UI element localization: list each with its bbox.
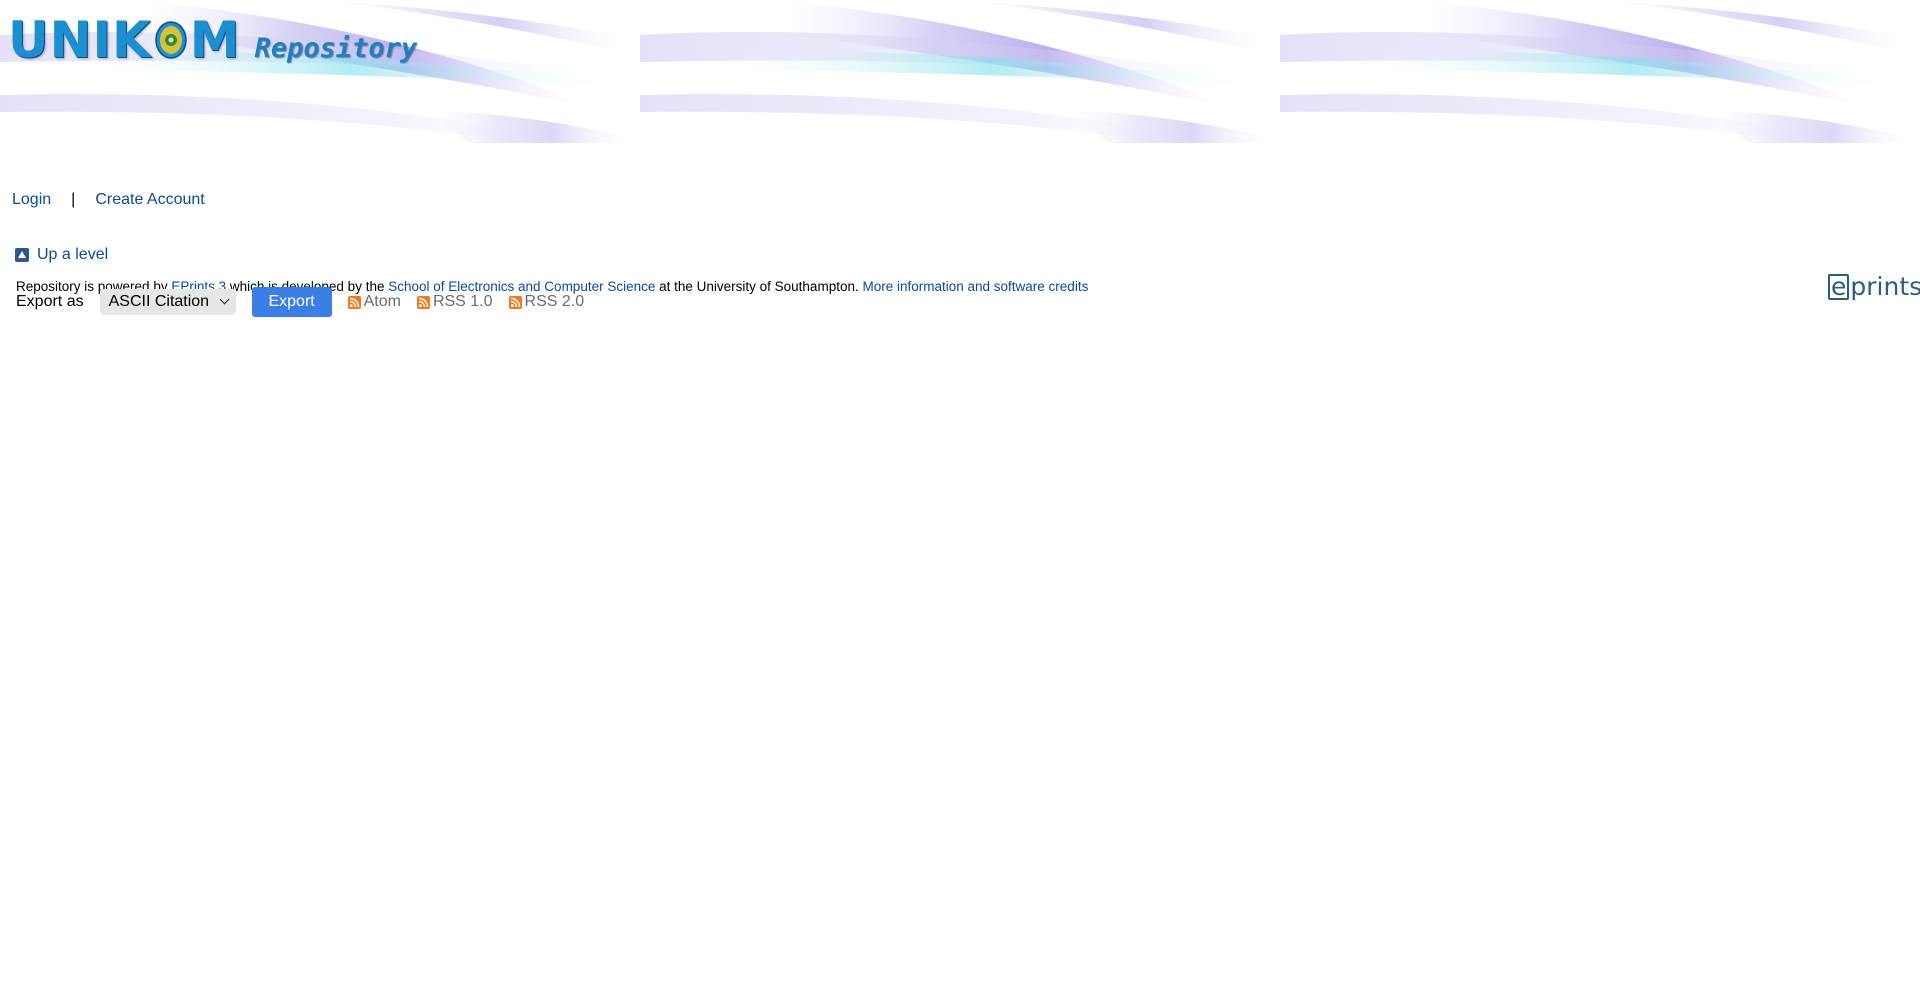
atom-feed-link[interactable]: Atom: [347, 293, 401, 311]
rss-icon: [416, 295, 430, 309]
up-a-level[interactable]: Up a level: [15, 246, 108, 264]
rss1-feed-link[interactable]: RSS 1.0: [416, 293, 493, 311]
login-link[interactable]: Login: [12, 191, 51, 209]
banner-wave-tile: [640, 0, 1280, 143]
chevron-down-icon: [219, 294, 230, 305]
export-format-select[interactable]: ASCII Citation: [99, 289, 236, 315]
site-logo[interactable]: UNIK M Repository: [8, 6, 417, 66]
banner-wave-tile: [1280, 0, 1920, 143]
eprints-logo-e: e: [1828, 273, 1850, 300]
site-logo-subtitle: Repository: [254, 33, 418, 64]
university-emblem-icon: [155, 21, 187, 59]
eprints-logo[interactable]: e prints: [1828, 272, 1920, 301]
export-bar: Export as ASCII Citation Export Atom RSS…: [16, 287, 585, 317]
login-bar: Login | Create Account: [12, 191, 205, 209]
site-logo-wordmark: UNIK M: [8, 14, 241, 66]
rss-icon: [347, 295, 361, 309]
logo-text-right: M: [189, 11, 241, 69]
rss-icon: [508, 295, 522, 309]
export-button[interactable]: Export: [251, 287, 332, 317]
header-banner: UNIK M Repository: [0, 0, 1920, 143]
rss2-feed-link[interactable]: RSS 2.0: [508, 293, 585, 311]
export-label: Export as: [16, 293, 84, 310]
create-account-link[interactable]: Create Account: [95, 191, 204, 209]
login-separator: |: [71, 191, 76, 208]
feed-label: RSS 1.0: [432, 293, 493, 310]
feed-label: RSS 2.0: [524, 293, 585, 310]
credits-text: at the University of Southampton.: [655, 279, 863, 294]
software-credits-link[interactable]: More information and software credits: [862, 279, 1088, 294]
export-format-value: ASCII Citation: [108, 293, 210, 310]
feed-label: Atom: [363, 293, 401, 310]
eprints-logo-text: prints: [1850, 272, 1920, 301]
up-a-level-link[interactable]: Up a level: [37, 246, 108, 264]
logo-text-left: UNIK: [8, 11, 152, 69]
up-arrow-icon: [15, 248, 29, 262]
